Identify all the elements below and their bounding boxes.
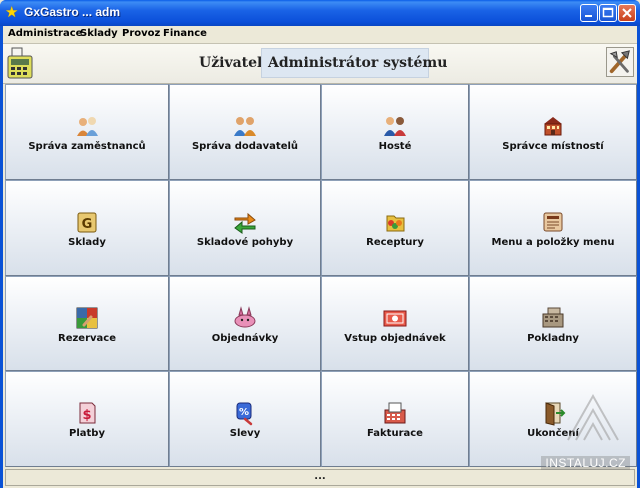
tile-rezervace[interactable]: Rezervace	[5, 275, 169, 372]
tile-label: Hosté	[378, 141, 412, 152]
order-entry-icon	[383, 310, 407, 326]
tile-label: Rezervace	[58, 332, 116, 344]
close-button[interactable]	[618, 4, 636, 22]
svg-text:%: %	[239, 407, 249, 418]
tile-pokladny[interactable]: Pokladny	[469, 275, 637, 372]
tile-skladove-pohyby[interactable]: Skladové pohyby	[169, 179, 321, 276]
menu-finance[interactable]: Finance	[163, 28, 207, 39]
minimize-icon	[585, 15, 592, 17]
tile-label: Správa zaměstnanců	[28, 141, 146, 152]
recipes-icon	[386, 215, 405, 232]
user-label: Uživatel	[199, 55, 263, 71]
tile-label: Správce místností	[502, 141, 604, 152]
tools-button[interactable]	[606, 47, 634, 77]
status-text: ...	[314, 471, 326, 482]
employees-icon	[77, 117, 98, 136]
user-name-value: Administrátor systému	[261, 48, 447, 78]
status-bar: ...	[5, 469, 635, 486]
invoicing-icon	[384, 402, 406, 424]
client-area: Administrace Sklady Provoz Finance Uživa…	[3, 26, 637, 488]
tile-label: Objednávky	[211, 332, 279, 344]
tile-label: Sklady	[68, 236, 106, 248]
tile-fakturace[interactable]: Fakturace	[321, 371, 469, 467]
discounts-icon: %	[236, 402, 253, 426]
tile-label: Pokladny	[527, 332, 579, 344]
tile-label: Vstup objednávek	[344, 332, 446, 344]
stock-movements-icon	[234, 212, 256, 234]
menu-icon	[543, 212, 563, 232]
watermark-text: INSTALUJ.CZ	[541, 456, 630, 470]
tile-spravce-mistnosti[interactable]: Správce místností	[469, 84, 637, 180]
tile-objednavky[interactable]: Objednávky	[169, 275, 321, 372]
tile-sprava-dodavatelu[interactable]: Správa dodavatelů	[169, 84, 321, 180]
tile-slevy[interactable]: % Slevy	[169, 371, 321, 467]
suppliers-icon	[234, 117, 256, 136]
tile-label: Správa dodavatelů	[191, 141, 299, 152]
tile-label: Fakturace	[367, 428, 423, 440]
svg-text:$: $	[82, 408, 91, 423]
tile-sklady[interactable]: G Sklady	[5, 179, 169, 276]
warehouse-icon: G	[77, 212, 97, 233]
tile-platby[interactable]: $ Platby	[5, 371, 169, 467]
star-icon: ★	[5, 3, 19, 21]
module-grid: Správa zaměstnanců Správa dodavatelů Hos…	[5, 84, 637, 467]
guests-icon	[384, 117, 406, 136]
maximize-icon	[602, 7, 614, 18]
window-title: GxGastro ... adm	[24, 5, 121, 19]
menu-provoz[interactable]: Provoz	[122, 28, 160, 39]
tile-label: Slevy	[229, 428, 261, 440]
tile-hoste[interactable]: Hosté	[321, 84, 469, 180]
tile-sprava-zamestnancu[interactable]: Správa zaměstnanců	[5, 84, 169, 180]
maximize-button[interactable]	[599, 4, 617, 22]
tile-label: Menu a položky menu	[491, 236, 615, 248]
tile-label: Skladové pohyby	[196, 236, 294, 248]
app-window: ★ GxGastro ... adm Administrace Sklady P…	[0, 0, 640, 488]
cash-register-icon[interactable]	[6, 47, 34, 80]
tile-receptury[interactable]: Receptury	[321, 179, 469, 276]
menu-sklady[interactable]: Sklady	[80, 28, 118, 39]
tile-label: Platby	[69, 428, 105, 440]
tools-icon	[609, 50, 630, 74]
minimize-button[interactable]	[580, 4, 598, 22]
rooms-icon	[544, 117, 562, 136]
menu-administrace[interactable]: Administrace	[8, 28, 82, 39]
menu-bar: Administrace Sklady Provoz Finance	[3, 26, 637, 44]
cash-registers-icon	[542, 307, 564, 327]
tile-vstup-objednavek[interactable]: Vstup objednávek	[321, 275, 469, 372]
tile-label: Receptury	[366, 236, 424, 248]
svg-text:G: G	[82, 217, 93, 232]
reservations-icon	[76, 307, 98, 328]
payments-icon: $	[79, 402, 96, 424]
title-bar[interactable]: ★ GxGastro ... adm	[0, 0, 640, 26]
user-header: Uživatel Administrátor systému	[3, 44, 637, 84]
close-icon	[622, 8, 632, 18]
orders-icon	[234, 305, 256, 327]
tile-menu-a-polozky-menu[interactable]: Menu a položky menu	[469, 179, 637, 276]
watermark-logo	[567, 393, 619, 441]
